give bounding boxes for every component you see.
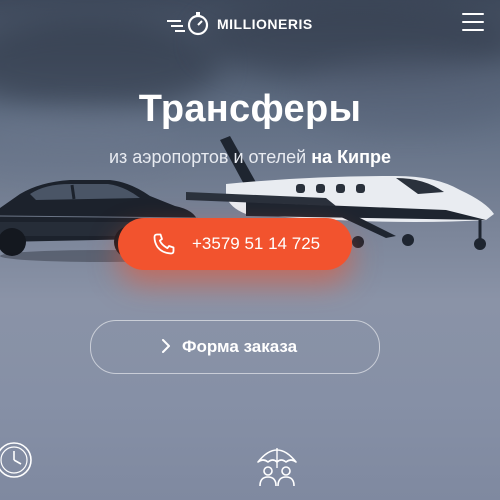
page-subtitle: из аэропортов и отелей на Кипре bbox=[0, 147, 500, 168]
logo-text: MILLIONERIS bbox=[217, 16, 313, 32]
order-form-button[interactable]: Форма заказа bbox=[90, 320, 380, 374]
order-form-label: Форма заказа bbox=[182, 337, 298, 356]
chevron-right-icon bbox=[162, 339, 170, 353]
clock-icon bbox=[0, 442, 32, 478]
page-title: Трансферы bbox=[138, 88, 362, 130]
header: MILLIONERIS bbox=[0, 0, 500, 48]
hamburger-menu-icon[interactable] bbox=[462, 13, 484, 31]
subtitle-prefix: из аэропортов и отелей bbox=[108, 147, 312, 167]
call-phone-button[interactable]: +3579 51 14 725 bbox=[118, 218, 352, 270]
phone-icon bbox=[153, 233, 175, 255]
phone-number: +3579 51 14 725 bbox=[192, 234, 321, 253]
subtitle-highlight: на Кипре bbox=[311, 147, 392, 167]
logo[interactable]: MILLIONERIS bbox=[167, 12, 313, 36]
stopwatch-logo-icon bbox=[167, 12, 209, 36]
umbrella-people-icon bbox=[257, 448, 297, 487]
